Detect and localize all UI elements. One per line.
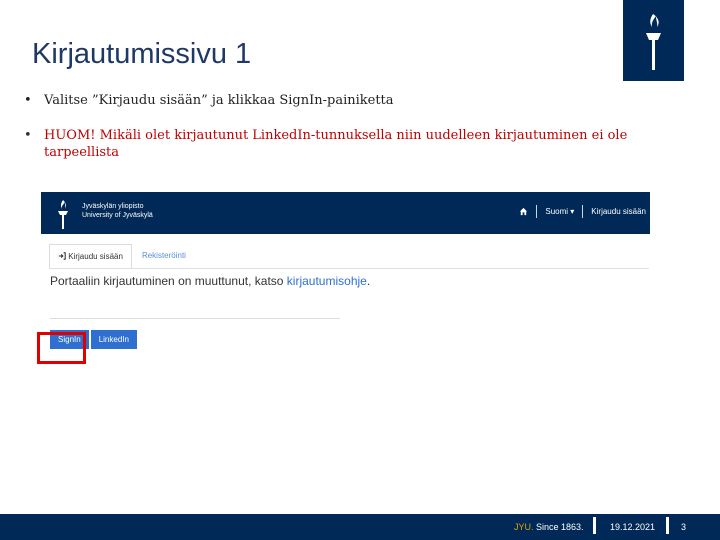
nav-divider	[536, 205, 538, 218]
home-icon[interactable]	[519, 207, 528, 216]
slide-title: Kirjautumissivu 1	[32, 38, 252, 70]
sign-in-icon	[58, 252, 66, 260]
portal-nav: Suomi ▾ Kirjaudu sisään	[519, 205, 646, 218]
tab-registration[interactable]: Rekisteröinti	[132, 244, 194, 268]
nav-login-link[interactable]: Kirjaudu sisään	[591, 207, 646, 216]
torch-logo-icon	[58, 200, 68, 229]
chevron-down-icon: ▾	[570, 207, 575, 216]
bullet-text: HUOM! Mikäli olet kirjautunut LinkedIn-t…	[44, 128, 628, 160]
jyu-brand: JYU.	[514, 522, 534, 532]
bullet-list: • Valitse ”Kirjaudu sisään” ja klikkaa S…	[22, 92, 692, 179]
language-select[interactable]: Suomi ▾	[545, 207, 574, 216]
signin-highlight-box	[37, 332, 86, 364]
tab-divider	[49, 268, 649, 269]
notice-text: Portaaliin kirjautuminen on muuttunut, k…	[50, 274, 287, 288]
portal-header: Jyväskylän yliopisto University of Jyväs…	[41, 192, 650, 234]
tab-login-label: Kirjaudu sisään	[68, 252, 123, 261]
jyu-logo	[623, 0, 684, 81]
nav-divider	[582, 205, 584, 218]
university-name-en: University of Jyväskylä	[82, 212, 153, 219]
form-divider	[50, 318, 340, 319]
torch-logo-icon	[646, 14, 661, 70]
page-number: 3	[681, 522, 687, 532]
bullet-item: • Valitse ”Kirjaudu sisään” ja klikkaa S…	[22, 92, 692, 109]
footer-divider	[593, 517, 596, 534]
since-text: Since 1863.	[533, 522, 584, 532]
university-name-fi: Jyväskylän yliopisto	[82, 203, 144, 210]
bullet-item: • HUOM! Mikäli olet kirjautunut LinkedIn…	[22, 127, 692, 161]
login-instructions-link[interactable]: kirjautumisohje	[287, 274, 367, 288]
footer-date: 19.12.2021	[610, 522, 656, 532]
login-notice: Portaaliin kirjautuminen on muuttunut, k…	[50, 274, 370, 288]
embedded-screenshot: Jyväskylän yliopisto University of Jyväs…	[41, 192, 650, 362]
tab-login[interactable]: Kirjaudu sisään	[49, 244, 132, 269]
footer-brand: JYU. Since 1863.	[514, 522, 584, 532]
tab-bar: Kirjaudu sisään Rekisteröinti	[49, 244, 194, 269]
language-label: Suomi	[545, 207, 569, 216]
bullet-dot: •	[24, 93, 32, 108]
slide-footer: JYU. Since 1863. 19.12.2021 3	[0, 514, 720, 540]
bullet-dot: •	[24, 128, 32, 143]
university-name: Jyväskylän yliopisto University of Jyväs…	[82, 202, 153, 220]
portal-body: Kirjaudu sisään Rekisteröinti Portaaliin…	[41, 234, 650, 362]
linkedin-button[interactable]: LinkedIn	[90, 330, 137, 349]
footer-divider	[666, 517, 669, 534]
bullet-text: Valitse ”Kirjaudu sisään” ja klikkaa Sig…	[44, 93, 394, 108]
notice-end: .	[366, 274, 371, 288]
